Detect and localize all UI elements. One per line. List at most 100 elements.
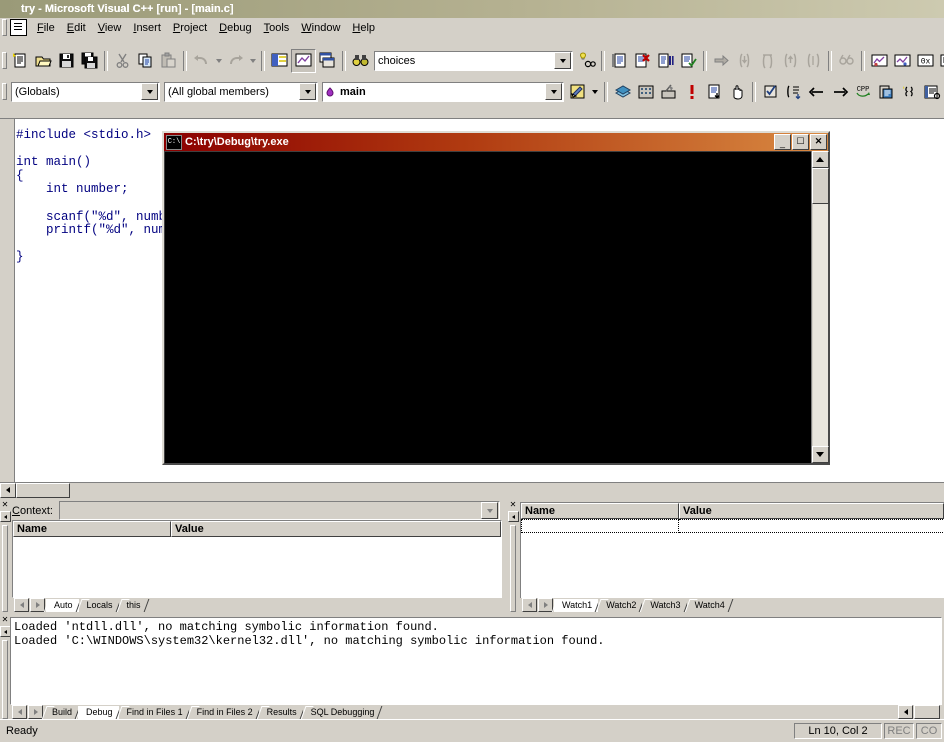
watch-pane-dock-button[interactable] xyxy=(507,511,519,522)
restart-button[interactable] xyxy=(608,50,631,72)
properties-button[interactable] xyxy=(782,81,805,103)
console-vscroll-thumb[interactable] xyxy=(811,168,829,204)
go-button[interactable] xyxy=(703,81,726,103)
variables-column-value[interactable]: Value xyxy=(171,521,501,537)
menu-item-view[interactable]: View xyxy=(92,20,128,36)
variables-tab-this[interactable]: this xyxy=(118,599,147,612)
menu-item-project[interactable]: Project xyxy=(167,20,213,36)
menu-item-window[interactable]: Window xyxy=(295,20,346,36)
output-window-button[interactable] xyxy=(291,48,316,73)
variables-grid-body[interactable] xyxy=(13,537,501,597)
arrow-left-icon[interactable] xyxy=(805,81,828,103)
document-icon[interactable] xyxy=(10,19,27,36)
paste-button[interactable] xyxy=(157,50,180,72)
new-text-file-button[interactable] xyxy=(9,50,32,72)
watch-tab-watch3[interactable]: Watch3 xyxy=(642,599,687,612)
stop-debugging-button[interactable] xyxy=(631,50,654,72)
arrow-right-icon[interactable] xyxy=(828,81,851,103)
output-tab-debug[interactable]: Debug xyxy=(78,706,119,719)
break-execution-button[interactable] xyxy=(654,50,677,72)
console-scroll-up-button[interactable] xyxy=(811,151,829,168)
watch-tab-watch1[interactable]: Watch1 xyxy=(554,599,599,612)
variables-tab-scroll-left[interactable] xyxy=(14,598,29,612)
console-maximize-button[interactable]: ☐ xyxy=(792,134,809,150)
output-text[interactable]: Loaded 'ntdll.dll', no matching symbolic… xyxy=(11,618,941,648)
watch-row-value[interactable] xyxy=(679,519,944,533)
context-combo[interactable] xyxy=(58,501,500,520)
watch-tab-scroll-left[interactable] xyxy=(522,598,537,612)
output-tab-scroll-right[interactable] xyxy=(28,705,43,719)
cpp-reference-button[interactable]: CPP xyxy=(851,81,874,103)
variables-pane-grip[interactable] xyxy=(2,525,8,612)
output-tab-find-in-files-1[interactable]: Find in Files 1 xyxy=(118,706,189,719)
cut-button[interactable] xyxy=(111,50,134,72)
workspace-button[interactable] xyxy=(268,50,291,72)
show-next-statement-button[interactable] xyxy=(710,50,733,72)
console-scroll-down-button[interactable] xyxy=(811,446,829,463)
copy-button[interactable] xyxy=(134,50,157,72)
watch-pane-close-button[interactable]: ✕ xyxy=(508,501,518,510)
wizardbar-dropdown-button[interactable] xyxy=(589,81,601,103)
hand-button[interactable] xyxy=(726,81,749,103)
find-in-files-button[interactable] xyxy=(575,50,598,72)
clipboard-ring-button[interactable] xyxy=(874,81,897,103)
watch-row[interactable] xyxy=(521,519,944,533)
window-list-button[interactable] xyxy=(316,50,339,72)
variables-tab-locals[interactable]: Locals xyxy=(78,599,119,612)
context-combo-arrow[interactable] xyxy=(481,502,498,519)
console-vertical-scrollbar[interactable] xyxy=(811,151,829,463)
output-tab-scroll-left[interactable] xyxy=(12,705,27,719)
binoculars-icon[interactable] xyxy=(349,50,372,72)
scroll-left-button[interactable] xyxy=(0,482,16,498)
find-combo[interactable]: choices xyxy=(374,50,573,71)
variables-column-name[interactable]: Name xyxy=(13,521,171,537)
watch-tab-watch2[interactable]: Watch2 xyxy=(598,599,643,612)
watch-tab-scroll-right[interactable] xyxy=(538,598,553,612)
edit-check-button[interactable] xyxy=(759,81,782,103)
watch-window-button[interactable] xyxy=(868,50,891,72)
menu-item-tools[interactable]: Tools xyxy=(258,20,296,36)
compile-button[interactable] xyxy=(611,81,634,103)
menu-item-edit[interactable]: Edit xyxy=(61,20,92,36)
menu-item-debug[interactable]: Debug xyxy=(213,20,257,36)
output-pane-close-button[interactable]: ✕ xyxy=(0,616,10,625)
watch-tab-watch4[interactable]: Watch4 xyxy=(686,599,731,612)
list-members-button[interactable] xyxy=(920,81,943,103)
stop-build-button[interactable] xyxy=(657,81,680,103)
build-button[interactable] xyxy=(634,81,657,103)
memory-window-button[interactable] xyxy=(937,50,944,72)
output-hscroll-left-button[interactable] xyxy=(898,705,913,719)
variables-tab-auto[interactable]: Auto xyxy=(46,599,79,612)
open-button[interactable] xyxy=(32,50,55,72)
editor-horizontal-scrollbar[interactable] xyxy=(0,482,944,498)
registers-window-button[interactable]: 0x xyxy=(914,50,937,72)
symbol-combo-arrow[interactable] xyxy=(545,83,562,100)
output-tab-build[interactable]: Build xyxy=(44,706,79,719)
menubar-grip[interactable] xyxy=(2,19,7,36)
watch-grid-body[interactable] xyxy=(521,519,944,598)
watch-column-name[interactable]: Name xyxy=(521,503,679,519)
variables-pane-close-button[interactable]: ✕ xyxy=(0,501,10,510)
output-pane-grip[interactable] xyxy=(2,640,8,719)
watch-row-name[interactable] xyxy=(521,519,679,533)
output-tab-find-in-files-2[interactable]: Find in Files 2 xyxy=(188,706,259,719)
editor-hscroll-thumb[interactable] xyxy=(16,482,70,498)
console-window[interactable]: C:\ C:\try\Debug\try.exe _ ☐ ✕ xyxy=(162,131,830,465)
save-button[interactable] xyxy=(55,50,78,72)
member-combo-arrow[interactable] xyxy=(299,83,316,100)
wizardbar-grip[interactable] xyxy=(2,83,7,100)
save-all-button[interactable] xyxy=(78,50,101,72)
braces-button[interactable] xyxy=(897,81,920,103)
variables-pane-dock-button[interactable] xyxy=(0,511,11,522)
output-pane-dock-button[interactable] xyxy=(0,626,11,637)
variables-window-button[interactable] xyxy=(891,50,914,72)
wizardbar-action-button[interactable] xyxy=(566,81,589,103)
symbol-combo[interactable]: main xyxy=(322,81,564,102)
output-hscroll-thumb[interactable] xyxy=(914,705,940,719)
console-screen[interactable] xyxy=(164,151,811,463)
watch-column-value[interactable]: Value xyxy=(679,503,944,519)
menu-item-insert[interactable]: Insert xyxy=(127,20,167,36)
insert-remove-breakpoint-button[interactable] xyxy=(680,81,703,103)
apply-code-changes-button[interactable] xyxy=(677,50,700,72)
output-tab-results[interactable]: Results xyxy=(258,706,303,719)
